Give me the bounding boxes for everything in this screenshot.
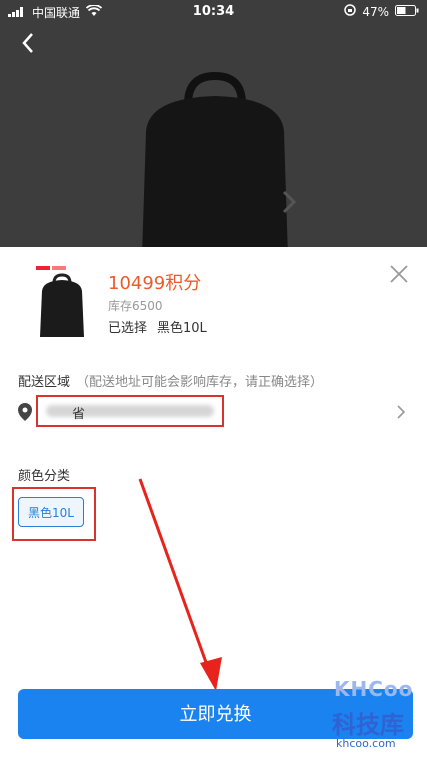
rotation-lock-icon bbox=[344, 4, 357, 19]
watermark-brand: KHCoo bbox=[334, 677, 414, 701]
points-price: 10499积分 bbox=[108, 273, 202, 294]
watermark-logo: KHCoo 科技库 khcoo.com bbox=[326, 677, 426, 755]
selected-label: 已选择 bbox=[108, 321, 148, 336]
watermark-url: khcoo.com bbox=[336, 737, 396, 750]
status-bar: 中国联通 10:34 47% bbox=[0, 0, 427, 22]
shipping-hint: （配送地址可能会影响库存，请正确选择） bbox=[76, 375, 324, 390]
location-pin-icon bbox=[18, 403, 32, 421]
color-option-black-10l[interactable]: 黑色10L bbox=[18, 497, 84, 527]
selected-value: 黑色10L bbox=[157, 321, 207, 336]
stock-count: 库存6500 bbox=[108, 299, 163, 313]
color-section-title: 颜色分类 bbox=[18, 469, 71, 484]
watermark-cn: 科技库 bbox=[332, 711, 404, 739]
chevron-left-icon bbox=[22, 33, 33, 53]
close-button[interactable] bbox=[386, 261, 412, 287]
product-hero-image: 中国联通 10:34 47% bbox=[0, 0, 427, 247]
product-options-sheet: 10499积分 库存6500 已选择 黑色10L 配送区域 （配送地址可能会影响库存… bbox=[0, 247, 427, 757]
product-thumbnail bbox=[28, 263, 96, 341]
close-icon bbox=[390, 265, 408, 283]
chevron-right-icon bbox=[397, 405, 406, 419]
battery-percent: 47% bbox=[362, 4, 389, 19]
battery-icon bbox=[395, 4, 419, 19]
selected-variant: 已选择 黑色10L bbox=[108, 317, 217, 336]
shipping-section-title: 配送区域 （配送地址可能会影响库存，请正确选择） bbox=[18, 371, 323, 390]
backpack-image bbox=[142, 71, 297, 247]
address-text: 省 bbox=[72, 407, 86, 422]
shipping-title: 配送区域 bbox=[18, 375, 71, 390]
back-button[interactable] bbox=[14, 28, 44, 58]
address-highlight-box: 省 bbox=[36, 395, 224, 427]
